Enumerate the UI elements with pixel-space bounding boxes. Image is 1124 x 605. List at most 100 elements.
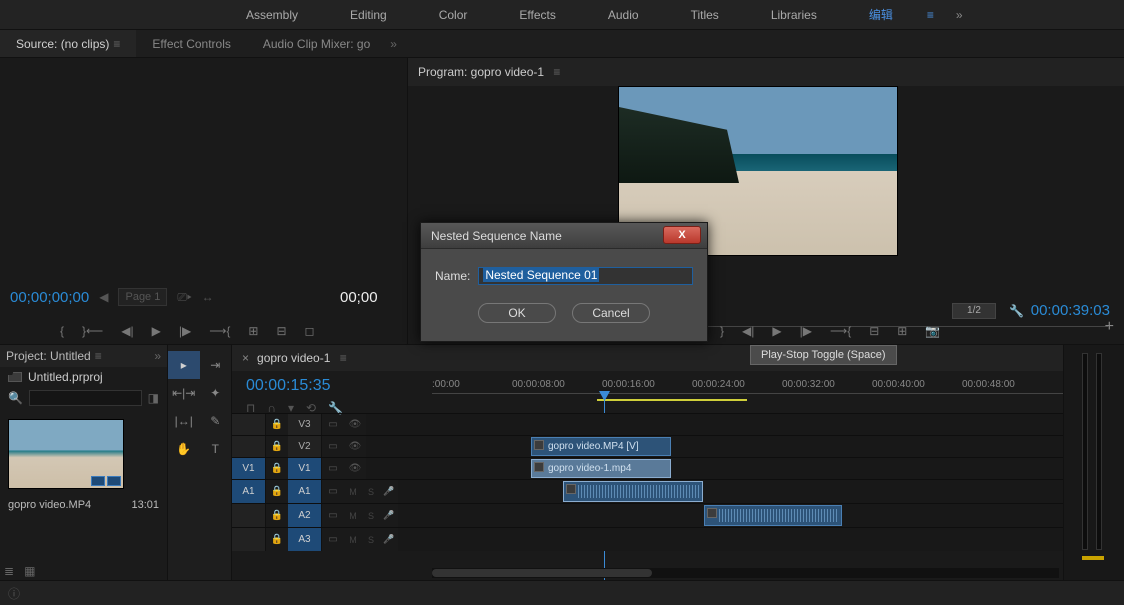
source-timecode[interactable]: 00;00;00;00 <box>10 289 89 306</box>
track-target[interactable]: V1 <box>288 458 322 479</box>
src-patch[interactable]: V1 <box>232 458 266 479</box>
type-tool[interactable]: T <box>200 435 232 463</box>
lock-icon[interactable]: 🔒 <box>266 534 288 545</box>
extract-icon[interactable]: ⊞ <box>897 324 907 338</box>
clip-v2[interactable]: gopro video.MP4 [V] <box>531 437 671 456</box>
src-patch[interactable] <box>232 414 266 435</box>
overflow-icon[interactable]: » <box>956 8 963 22</box>
ws-tab-effects[interactable]: Effects <box>493 8 581 22</box>
ws-tab-audio[interactable]: Audio <box>582 8 665 22</box>
lock-icon[interactable]: 🔒 <box>266 463 288 474</box>
m-icon[interactable]: M <box>344 487 362 497</box>
ripple-tool[interactable]: ⇤|⇥ <box>168 379 200 407</box>
eye-icon[interactable]: ▭ <box>322 441 344 452</box>
ws-tab-color[interactable]: Color <box>413 8 494 22</box>
audio-mixer-tab[interactable]: Audio Clip Mixer: go <box>247 30 386 57</box>
name-input[interactable]: Nested Sequence 01 <box>478 267 693 285</box>
track-target[interactable]: A2 <box>288 504 322 527</box>
overwrite-icon[interactable]: ⊟ <box>276 324 286 338</box>
s-icon[interactable]: S <box>362 535 380 545</box>
track-lane[interactable]: gopro video.MP4 [V] <box>366 436 1063 457</box>
src-patch[interactable] <box>232 528 266 551</box>
eye-icon[interactable]: ▭ <box>322 419 344 430</box>
ws-tab-assembly[interactable]: Assembly <box>220 8 324 22</box>
timeline-timecode[interactable]: 00:00:15:35 <box>246 377 331 395</box>
expand-icon[interactable]: ↔ <box>202 290 214 304</box>
track-lane[interactable] <box>366 414 1063 435</box>
resolution-dropdown[interactable]: 1/2 <box>952 303 996 319</box>
project-search-input[interactable] <box>29 390 142 406</box>
project-item-thumb[interactable] <box>8 419 124 489</box>
clip-v1[interactable]: gopro video-1.mp4 <box>531 459 671 478</box>
step-fwd-icon[interactable]: |▶ <box>179 324 191 338</box>
track-lane[interactable] <box>398 480 1063 503</box>
track-target[interactable]: V3 <box>288 414 322 435</box>
timeline-ruler[interactable]: :00:00 00:00:08:00 00:00:16:00 00:00:24:… <box>432 379 1063 407</box>
list-view-icon[interactable]: ≣ <box>4 564 14 578</box>
src-patch[interactable] <box>232 436 266 457</box>
source-page[interactable]: Page 1 <box>118 288 167 306</box>
export-frame-icon[interactable]: 📷 <box>925 324 940 338</box>
track-lane[interactable] <box>398 528 1063 551</box>
program-timecode[interactable]: 00:00:39:03 <box>1031 302 1110 319</box>
mark-out-icon[interactable]: }⟵ <box>82 324 103 338</box>
source-tab[interactable]: Source: (no clips)≡ <box>0 30 136 57</box>
s-icon[interactable]: S <box>362 511 380 521</box>
program-menu-icon[interactable]: ≡ <box>550 65 560 79</box>
source-overflow-icon[interactable]: » <box>390 37 397 51</box>
m-icon[interactable]: M <box>344 535 362 545</box>
eye-icon[interactable]: ▭ <box>322 463 344 474</box>
mic-icon[interactable]: 🎤 <box>380 534 398 545</box>
goto-out-icon[interactable]: ⟶{ <box>830 324 851 338</box>
panel-menu-icon[interactable]: ≡ <box>113 37 120 51</box>
clip-a2[interactable] <box>704 505 842 526</box>
fit-icon[interactable]: ⎚▸ <box>177 290 191 305</box>
mute-icon[interactable]: ▭ <box>322 510 344 521</box>
play-icon[interactable]: ▶ <box>772 324 781 338</box>
sequence-name[interactable]: gopro video-1 <box>257 351 330 365</box>
lock-icon[interactable]: 🔒 <box>266 510 288 521</box>
page-prev-icon[interactable]: ◀ <box>99 290 108 304</box>
s-icon[interactable]: S <box>362 487 380 497</box>
goto-out-icon[interactable]: ⟶{ <box>209 324 230 338</box>
mic-icon[interactable]: 🎤 <box>380 486 398 497</box>
menu-lines-icon[interactable]: ≡ <box>927 8 934 22</box>
track-target[interactable]: A1 <box>288 480 322 503</box>
insert-icon[interactable]: ⊞ <box>248 324 258 338</box>
step-back-icon[interactable]: ◀| <box>742 324 754 338</box>
settings-wrench-icon[interactable]: 🔧 <box>1009 304 1024 318</box>
razor-tool[interactable]: ✎ <box>200 407 232 435</box>
filter-icon[interactable]: ◨ <box>148 391 159 405</box>
close-sequence-icon[interactable]: × <box>242 351 249 365</box>
dialog-titlebar[interactable]: Nested Sequence Name X <box>421 223 707 249</box>
m-icon[interactable]: M <box>344 511 362 521</box>
work-area-bar[interactable] <box>597 399 747 401</box>
track-target[interactable]: A3 <box>288 528 322 551</box>
ws-tab-editing[interactable]: Editing <box>324 8 413 22</box>
step-fwd-icon[interactable]: |▶ <box>800 324 812 338</box>
play-icon[interactable]: ▶ <box>152 324 161 338</box>
ws-tab-titles[interactable]: Titles <box>665 8 745 22</box>
mute-icon[interactable]: ▭ <box>322 486 344 497</box>
ws-tab-libraries[interactable]: Libraries <box>745 8 843 22</box>
track-lane[interactable]: gopro video-1.mp4 <box>366 458 1063 479</box>
track-lane[interactable] <box>398 504 1063 527</box>
visibility-icon[interactable]: 👁 <box>344 463 366 474</box>
rolling-tool[interactable]: ✦ <box>200 379 232 407</box>
mark-out-icon[interactable]: } <box>720 324 724 338</box>
lock-icon[interactable]: 🔒 <box>266 419 288 430</box>
clip-a1[interactable] <box>563 481 703 502</box>
visibility-icon[interactable]: 👁 <box>344 419 366 430</box>
dialog-close-button[interactable]: X <box>663 226 701 244</box>
mic-icon[interactable]: 🎤 <box>380 510 398 521</box>
project-overflow-icon[interactable]: » <box>154 349 161 363</box>
project-file-row[interactable]: Untitled.prproj <box>0 367 167 387</box>
search-icon[interactable]: 🔍 <box>8 391 23 405</box>
export-frame-icon[interactable]: ◻ <box>305 324 315 338</box>
lock-icon[interactable]: 🔒 <box>266 486 288 497</box>
timeline-menu-icon[interactable]: ≡ <box>336 351 346 365</box>
add-button-icon[interactable]: + <box>1105 318 1114 336</box>
icon-view-icon[interactable]: ▦ <box>24 564 35 578</box>
ws-tab-edit-cn[interactable]: 编辑 <box>843 6 919 23</box>
timeline-h-scrollbar[interactable] <box>432 568 1059 578</box>
